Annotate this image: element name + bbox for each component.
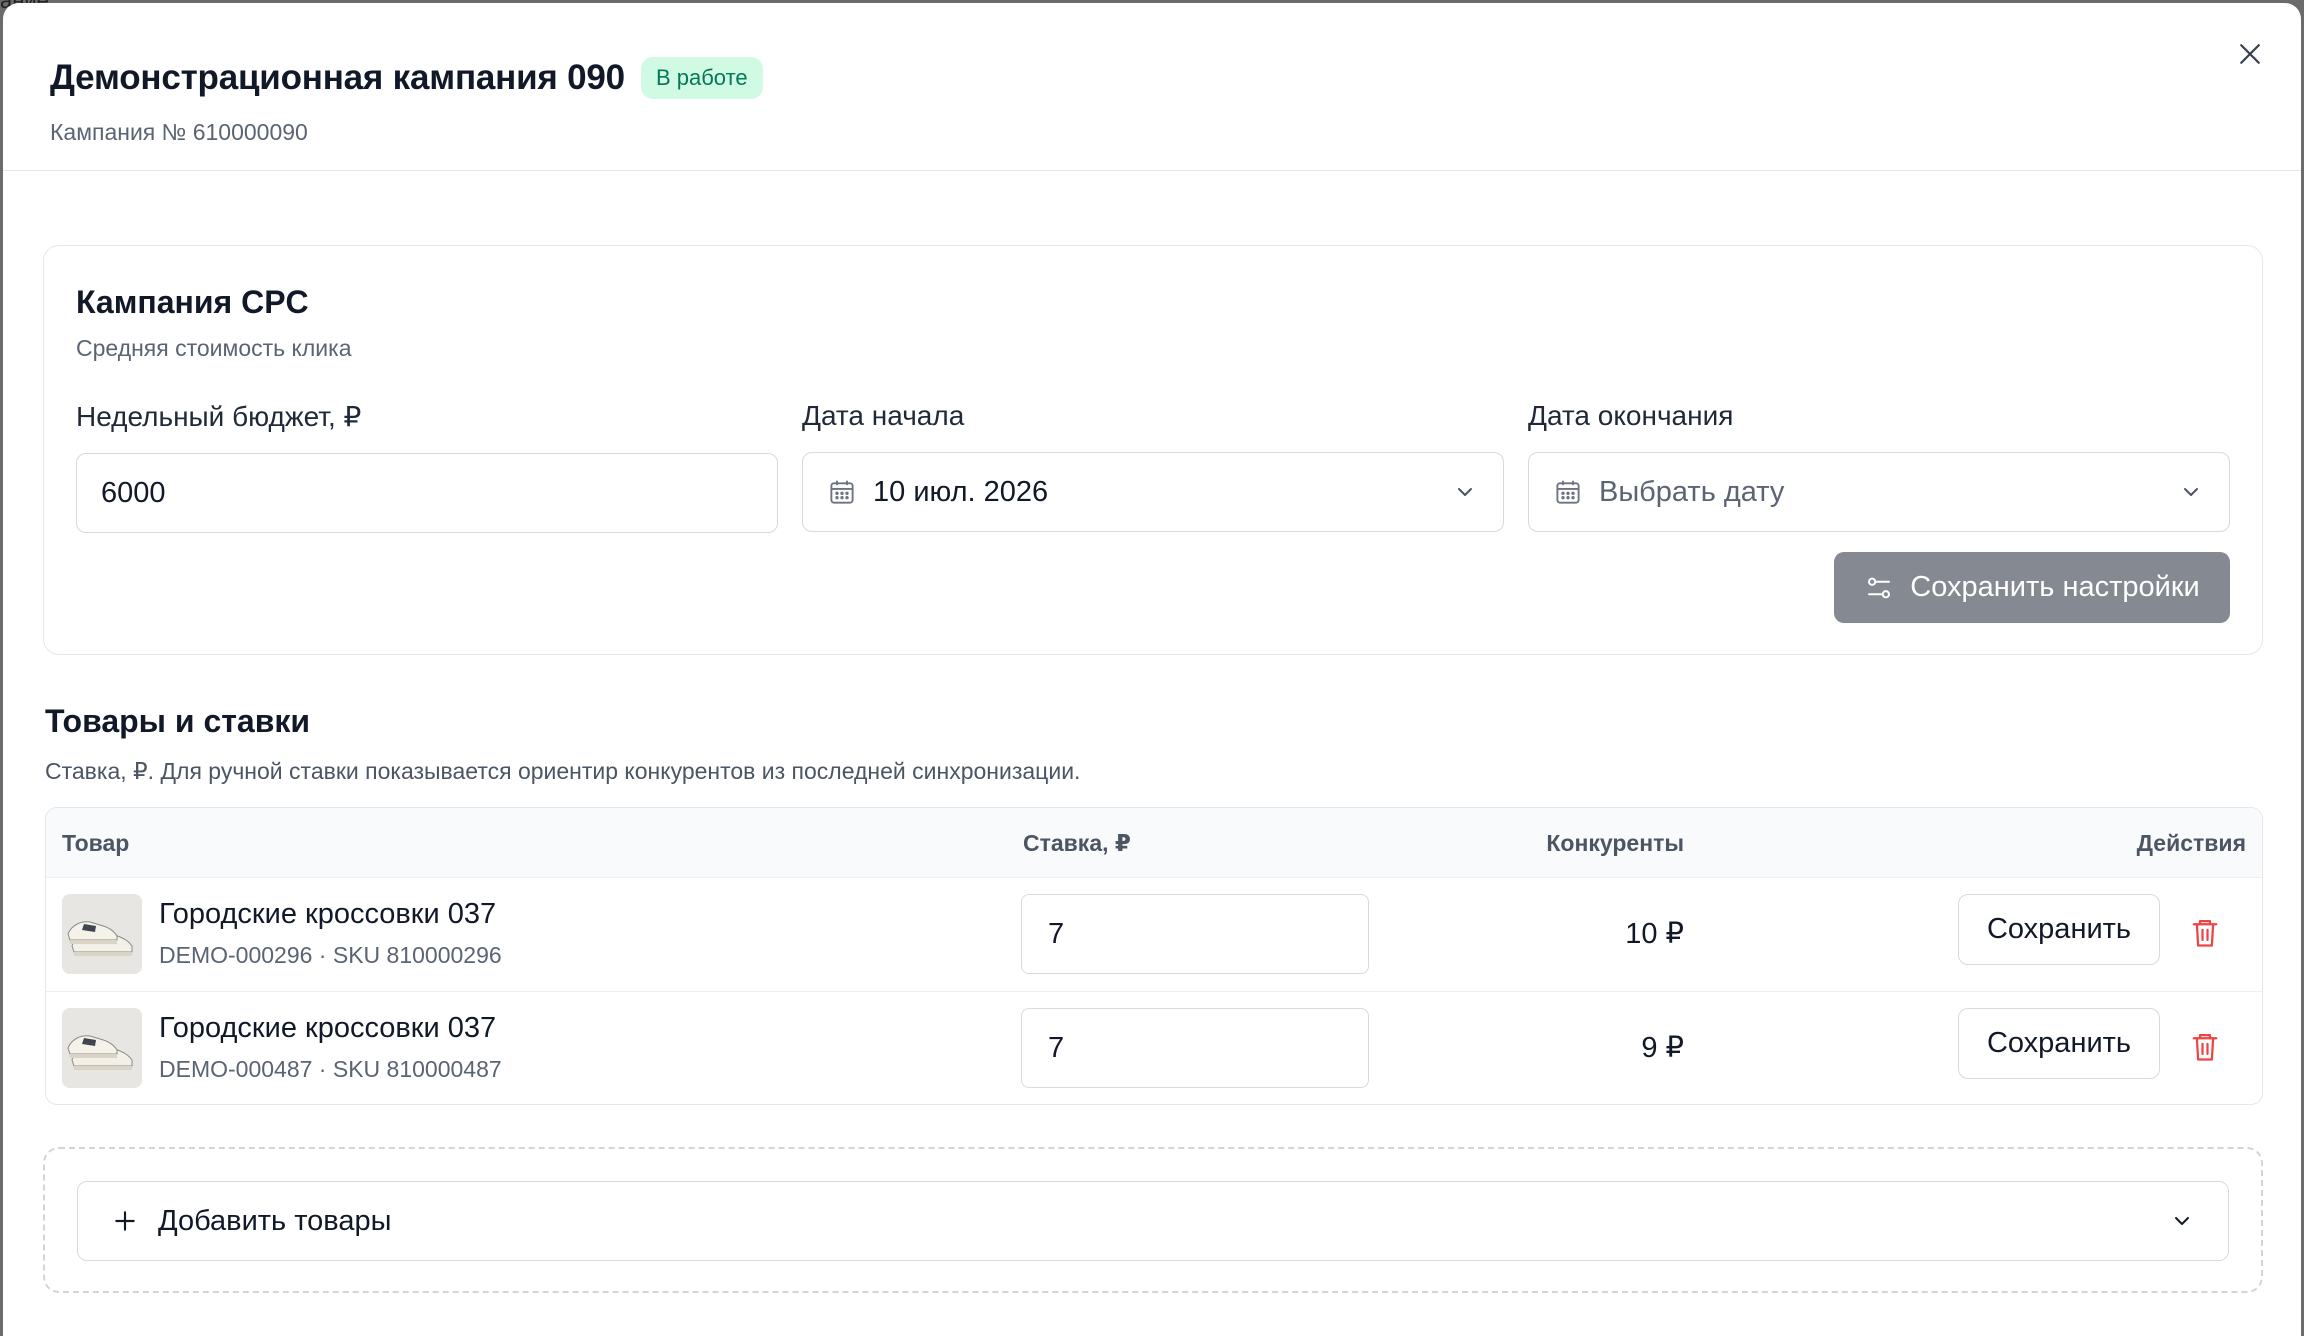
chevron-down-icon xyxy=(1458,488,1472,496)
table-row: Городские кроссовки 037 DEMO-000296 · SK… xyxy=(46,878,2262,992)
bid-value: 7 xyxy=(1048,917,1065,950)
save-settings-button[interactable]: Сохранить настройки xyxy=(1834,552,2230,623)
save-row-button[interactable]: Сохранить xyxy=(1958,894,2160,965)
settings-subtitle: Средняя стоимость клика xyxy=(76,335,352,361)
product-name: Городские кроссовки 037 xyxy=(159,1012,497,1044)
settings-title: Кампания CPC xyxy=(76,284,309,320)
trash-icon[interactable] xyxy=(2190,1030,2220,1064)
product-thumbnail xyxy=(62,894,142,974)
chevron-down-icon xyxy=(2184,488,2198,496)
campaign-settings-card: Кампания CPC Средняя стоимость клика Нед… xyxy=(43,245,2263,655)
column-product: Товар xyxy=(62,830,130,856)
products-section-header: Товары и ставки Ставка, ₽. Для ручной ст… xyxy=(45,703,1080,785)
end-date-picker[interactable]: Выбрать дату xyxy=(1528,452,2230,532)
products-title: Товары и ставки xyxy=(45,703,311,739)
products-table: Товар Ставка, ₽ Конкуренты Действия Горо… xyxy=(45,807,2263,1105)
end-date-placeholder: Выбрать дату xyxy=(1599,475,1785,508)
add-products-dropdown[interactable]: Добавить товары xyxy=(77,1181,2229,1261)
calendar-icon xyxy=(1556,480,1580,504)
calendar-icon xyxy=(830,480,854,504)
column-competitors: Конкуренты xyxy=(1546,830,1684,856)
product-name: Городские кроссовки 037 xyxy=(159,898,497,930)
product-thumbnail xyxy=(62,1008,142,1088)
add-products-zone: Добавить товары xyxy=(43,1147,2263,1293)
trash-icon[interactable] xyxy=(2190,916,2220,950)
table-row: Городские кроссовки 037 DEMO-000487 · SK… xyxy=(46,992,2262,1104)
product-meta: DEMO-000487 · SKU 810000487 xyxy=(159,1056,502,1082)
bid-value: 7 xyxy=(1048,1031,1065,1064)
bid-input[interactable]: 7 xyxy=(1021,1008,1369,1088)
start-date-field: Дата начала 10 июл. 2026 xyxy=(802,400,1504,533)
end-date-label: Дата окончания xyxy=(1528,400,1734,431)
product-meta: DEMO-000296 · SKU 810000296 xyxy=(159,942,502,968)
bid-input[interactable]: 7 xyxy=(1021,894,1369,974)
products-subtitle: Ставка, ₽. Для ручной ставки показываетс… xyxy=(45,758,1081,784)
start-date-picker[interactable]: 10 июл. 2026 xyxy=(802,452,1504,532)
competitors-value: 9 ₽ xyxy=(1641,1032,1684,1064)
budget-field: Недельный бюджет, ₽ 6000 xyxy=(76,400,778,533)
start-date-label: Дата начала xyxy=(802,400,965,431)
sliders-icon xyxy=(1868,577,1891,598)
campaign-modal: Демонстрационная кампания 090 В работе К… xyxy=(3,3,2301,1336)
status-badge: В работе xyxy=(640,57,763,99)
budget-label: Недельный бюджет, ₽ xyxy=(76,401,362,432)
table-header: Товар Ставка, ₽ Конкуренты Действия xyxy=(46,808,2262,878)
budget-value: 6000 xyxy=(101,476,166,509)
end-date-field: Дата окончания Выбрать дату xyxy=(1528,400,2230,533)
modal-header: Демонстрационная кампания 090 В работе К… xyxy=(3,3,2301,171)
column-bid: Ставка, ₽ xyxy=(1023,830,1131,856)
close-icon[interactable] xyxy=(2235,39,2265,69)
competitors-value: 10 ₽ xyxy=(1625,918,1684,950)
column-actions: Действия xyxy=(2136,830,2246,856)
plus-icon xyxy=(115,1211,135,1231)
modal-title: Демонстрационная кампания 090 xyxy=(50,58,625,97)
chevron-down-icon xyxy=(2175,1217,2189,1225)
start-date-value: 10 июл. 2026 xyxy=(873,475,1049,508)
save-settings-label: Сохранить настройки xyxy=(1910,571,2200,603)
save-row-button[interactable]: Сохранить xyxy=(1958,1008,2160,1079)
add-products-label: Добавить товары xyxy=(158,1204,392,1237)
campaign-number: Кампания № 610000090 xyxy=(50,119,308,145)
budget-input[interactable]: 6000 xyxy=(76,453,778,533)
